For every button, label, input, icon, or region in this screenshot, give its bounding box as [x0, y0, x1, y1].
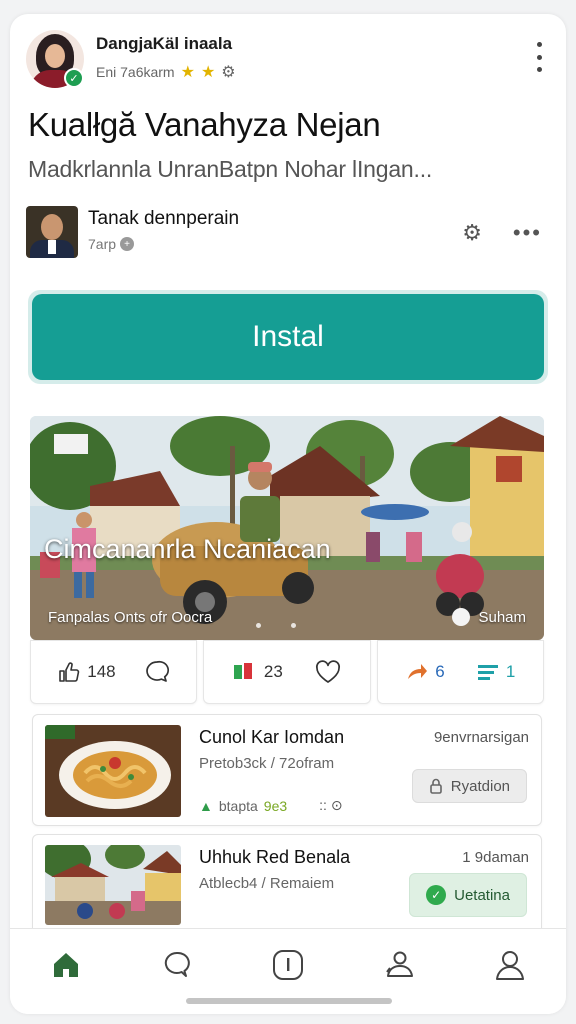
chat-icon	[161, 949, 193, 981]
item-title: Cunol Kar Iomdan	[199, 727, 345, 747]
app-header: ✓ DangjaKäl inaala Eni 7a6karm ★ ★ ⚙	[26, 30, 550, 94]
install-button-wrap: Instal	[28, 290, 548, 384]
list-button[interactable]: 1	[476, 662, 515, 682]
nav-chat[interactable]	[147, 940, 207, 990]
hero-meta: Fanpalas Onts ofr Oocra	[48, 609, 213, 626]
like-count: 148	[87, 662, 116, 681]
forward-icon	[405, 661, 429, 683]
app-name: DangjaKäl inaala	[96, 34, 233, 53]
author-time-row: 7arp +	[88, 236, 135, 252]
item-meta: ▲ btapta 9e3 :: ⊙	[199, 797, 343, 814]
item-status-chip[interactable]: ✓ Uetatina	[409, 873, 527, 917]
hero-user-name: Suham	[478, 608, 526, 626]
nav-info[interactable]	[258, 940, 318, 990]
list-item[interactable]: Cunol Kar Iomdan Pretob3ck / 72ofram 9en…	[32, 714, 542, 826]
item-chip-label: Uetatina	[454, 886, 510, 904]
more-icon[interactable]	[528, 42, 550, 72]
forward-count: 6	[435, 662, 445, 681]
author-time: 7arp	[88, 236, 117, 252]
page-subtitle: Madkrlannla UnranBatpn Nohar lIngan...	[28, 156, 433, 182]
heart-icon[interactable]	[314, 659, 342, 685]
list-count: 1	[505, 662, 516, 681]
item-subtitle: Pretob3ck / 72ofram	[199, 755, 335, 772]
info-icon	[271, 948, 305, 982]
comment-icon[interactable]	[144, 659, 170, 685]
app-screen: ✓ DangjaKäl inaala Eni 7a6karm ★ ★ ⚙ Kua…	[10, 14, 566, 1014]
hero-photo	[30, 416, 544, 640]
gear-icon[interactable]: ⚙	[462, 220, 482, 246]
hero-user[interactable]: Suham	[452, 608, 526, 626]
nav-profile-pin[interactable]	[369, 940, 429, 990]
item-meta-b: 9e3	[263, 797, 288, 814]
home-icon	[50, 949, 82, 981]
app-subtitle: Eni 7a6karm	[96, 64, 175, 80]
check-icon: ✓	[426, 885, 447, 905]
gear-icon[interactable]: ⚙	[221, 62, 235, 82]
share-button[interactable]: 23	[232, 661, 283, 683]
share-icon	[232, 661, 258, 683]
nav-user[interactable]	[480, 940, 540, 990]
author-name[interactable]: Tanak dennperain	[88, 208, 239, 230]
nav-home[interactable]	[36, 940, 96, 990]
carousel-dots[interactable]	[256, 623, 296, 628]
item-right-label: 1 9daman	[462, 849, 529, 866]
item-chip-button[interactable]: Ryatdion	[411, 769, 527, 803]
forward-button[interactable]: 6	[405, 661, 445, 683]
food-thumbnail	[45, 725, 181, 817]
more-horizontal-icon[interactable]: •••	[513, 220, 542, 246]
action-group-share: 23	[203, 640, 371, 704]
item-right-label: 9envrnarsigan	[433, 729, 529, 746]
star-icon: ★	[180, 64, 195, 81]
item-title: Uhhuk Red Benala	[199, 847, 351, 867]
list-icon	[476, 662, 500, 682]
list-item[interactable]: Uhhuk Red Benala Atblecb4 / Remaiem 1 9d…	[32, 834, 542, 934]
item-meta-c: :: ⊙	[319, 797, 343, 813]
profile-pin-icon	[382, 948, 416, 982]
star-icon: ★	[200, 64, 216, 81]
hero-image[interactable]: Cimcananrla Ncaniacan Fanpalas Onts ofr …	[30, 416, 544, 640]
bottom-nav	[10, 928, 566, 1014]
like-icon	[57, 660, 81, 684]
like-button[interactable]: 148	[57, 660, 116, 684]
action-bar: 148 23 6 1	[30, 640, 544, 704]
share-count: 23	[263, 662, 283, 681]
plus-icon: +	[120, 237, 135, 251]
verified-icon: ✓	[64, 68, 84, 88]
avatar[interactable]	[26, 206, 78, 258]
user-icon	[493, 948, 527, 982]
item-meta-a: btapta	[218, 797, 258, 814]
leaf-icon: ▲	[199, 797, 213, 814]
install-button[interactable]: Instal	[32, 294, 544, 380]
home-indicator	[186, 998, 392, 1004]
item-subtitle: Atblecb4 / Remaiem	[199, 875, 335, 892]
street-thumbnail	[45, 845, 181, 925]
item-chip-label: Ryatdion	[450, 777, 510, 795]
app-subtitle-row: Eni 7a6karm ★ ★ ⚙	[96, 62, 236, 82]
lock-icon	[429, 777, 443, 795]
author-row: Tanak dennperain 7arp + ⚙ •••	[26, 204, 550, 264]
action-group-forward: 6 1	[376, 640, 544, 704]
user-dot-icon	[452, 608, 471, 626]
page-title: Kualłgă Vanahyza Nejan	[28, 106, 381, 143]
action-group-like: 148	[30, 640, 198, 704]
hero-caption: Cimcananrla Ncaniacan	[44, 534, 331, 564]
